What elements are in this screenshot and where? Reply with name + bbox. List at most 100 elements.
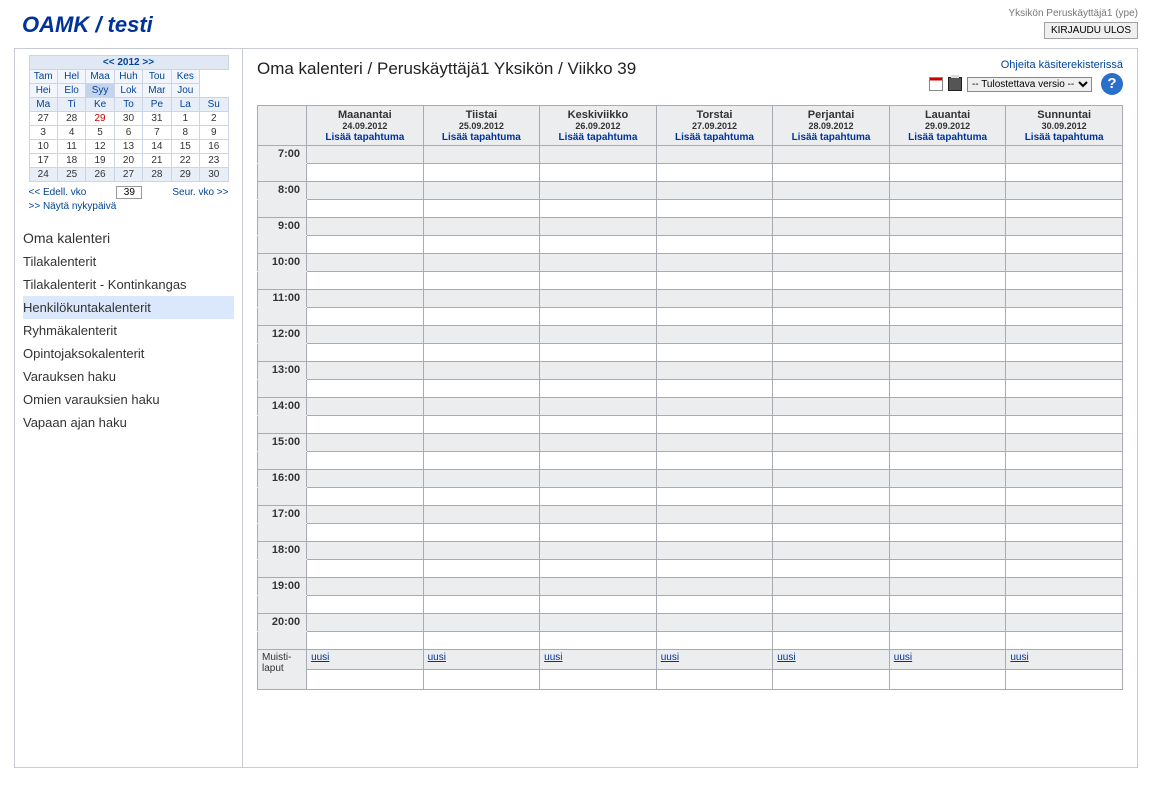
time-slot[interactable] <box>423 290 540 308</box>
time-slot[interactable] <box>1006 578 1123 596</box>
time-slot[interactable] <box>889 200 1006 218</box>
time-slot[interactable] <box>773 434 890 452</box>
time-slot[interactable] <box>889 254 1006 272</box>
time-slot[interactable] <box>656 380 773 398</box>
time-slot[interactable] <box>423 344 540 362</box>
time-slot[interactable] <box>889 542 1006 560</box>
time-slot[interactable] <box>1006 326 1123 344</box>
time-slot[interactable] <box>1006 524 1123 542</box>
time-slot[interactable] <box>773 488 890 506</box>
time-slot[interactable] <box>1006 434 1123 452</box>
time-slot[interactable] <box>656 182 773 200</box>
mini-day[interactable]: 2 <box>200 112 228 126</box>
time-slot[interactable] <box>307 290 424 308</box>
time-slot[interactable] <box>889 506 1006 524</box>
add-event-link[interactable]: Lisää tapahtuma <box>908 132 987 143</box>
mini-day[interactable]: 23 <box>200 154 228 168</box>
time-slot[interactable] <box>773 542 890 560</box>
time-slot[interactable] <box>540 488 657 506</box>
time-slot[interactable] <box>1006 164 1123 182</box>
sidebar-item[interactable]: Ryhmäkalenterit <box>23 319 234 342</box>
sidebar-item[interactable]: Henkilökuntakalenterit <box>23 296 234 319</box>
mini-day[interactable]: 31 <box>143 112 171 126</box>
time-slot[interactable] <box>889 452 1006 470</box>
add-event-link[interactable]: Lisää tapahtuma <box>675 132 754 143</box>
time-slot[interactable] <box>307 434 424 452</box>
week-number-input[interactable] <box>116 186 142 199</box>
time-slot[interactable] <box>773 146 890 164</box>
time-slot[interactable] <box>1006 488 1123 506</box>
time-slot[interactable] <box>1006 272 1123 290</box>
time-slot[interactable] <box>773 524 890 542</box>
time-slot[interactable] <box>656 218 773 236</box>
time-slot[interactable] <box>1006 182 1123 200</box>
add-event-link[interactable]: Lisää tapahtuma <box>325 132 404 143</box>
time-slot[interactable] <box>307 182 424 200</box>
time-slot[interactable] <box>423 398 540 416</box>
time-slot[interactable] <box>423 164 540 182</box>
time-slot[interactable] <box>889 344 1006 362</box>
time-slot[interactable] <box>307 488 424 506</box>
mini-day[interactable]: 24 <box>29 168 57 182</box>
time-slot[interactable] <box>423 596 540 614</box>
note-cell[interactable] <box>540 670 657 690</box>
month-Tam[interactable]: Tam <box>29 70 57 84</box>
time-slot[interactable] <box>773 614 890 632</box>
time-slot[interactable] <box>889 182 1006 200</box>
note-cell[interactable] <box>773 670 890 690</box>
prev-week-link[interactable]: << Edell. vko <box>29 187 87 198</box>
time-slot[interactable] <box>1006 470 1123 488</box>
month-Syy[interactable]: Syy <box>86 84 114 98</box>
time-slot[interactable] <box>423 254 540 272</box>
mini-day[interactable]: 7 <box>143 126 171 140</box>
time-slot[interactable] <box>1006 218 1123 236</box>
mini-day[interactable]: 11 <box>57 140 85 154</box>
month-Hel[interactable]: Hel <box>57 70 85 84</box>
time-slot[interactable] <box>307 308 424 326</box>
time-slot[interactable] <box>423 272 540 290</box>
sidebar-item[interactable]: Tilakalenterit - Kontinkangas <box>23 273 234 296</box>
time-slot[interactable] <box>656 560 773 578</box>
year-nav[interactable]: << 2012 >> <box>29 56 228 70</box>
time-slot[interactable] <box>773 326 890 344</box>
time-slot[interactable] <box>540 596 657 614</box>
time-slot[interactable] <box>656 308 773 326</box>
time-slot[interactable] <box>656 470 773 488</box>
time-slot[interactable] <box>889 524 1006 542</box>
mini-day[interactable]: 29 <box>171 168 199 182</box>
mini-day[interactable]: 17 <box>29 154 57 168</box>
time-slot[interactable] <box>889 488 1006 506</box>
add-event-link[interactable]: Lisää tapahtuma <box>442 132 521 143</box>
time-slot[interactable] <box>423 416 540 434</box>
mini-day[interactable]: 28 <box>143 168 171 182</box>
time-slot[interactable] <box>656 146 773 164</box>
mini-day[interactable]: 15 <box>171 140 199 154</box>
calendar-icon[interactable] <box>929 77 943 91</box>
time-slot[interactable] <box>1006 614 1123 632</box>
time-slot[interactable] <box>540 362 657 380</box>
time-slot[interactable] <box>423 470 540 488</box>
time-slot[interactable] <box>540 542 657 560</box>
month-Tou[interactable]: Tou <box>143 70 171 84</box>
time-slot[interactable] <box>307 236 424 254</box>
time-slot[interactable] <box>773 236 890 254</box>
time-slot[interactable] <box>540 452 657 470</box>
time-slot[interactable] <box>889 164 1006 182</box>
time-slot[interactable] <box>656 254 773 272</box>
time-slot[interactable] <box>773 632 890 650</box>
time-slot[interactable] <box>656 326 773 344</box>
time-slot[interactable] <box>540 236 657 254</box>
time-slot[interactable] <box>656 434 773 452</box>
time-slot[interactable] <box>540 470 657 488</box>
time-slot[interactable] <box>423 218 540 236</box>
time-slot[interactable] <box>540 308 657 326</box>
time-slot[interactable] <box>1006 632 1123 650</box>
time-slot[interactable] <box>1006 362 1123 380</box>
show-today-link[interactable]: >> Näytä nykypäivä <box>29 201 117 212</box>
mini-day[interactable]: 28 <box>57 112 85 126</box>
mini-day[interactable]: 10 <box>29 140 57 154</box>
time-slot[interactable] <box>1006 560 1123 578</box>
time-slot[interactable] <box>656 542 773 560</box>
time-slot[interactable] <box>1006 344 1123 362</box>
time-slot[interactable] <box>889 434 1006 452</box>
